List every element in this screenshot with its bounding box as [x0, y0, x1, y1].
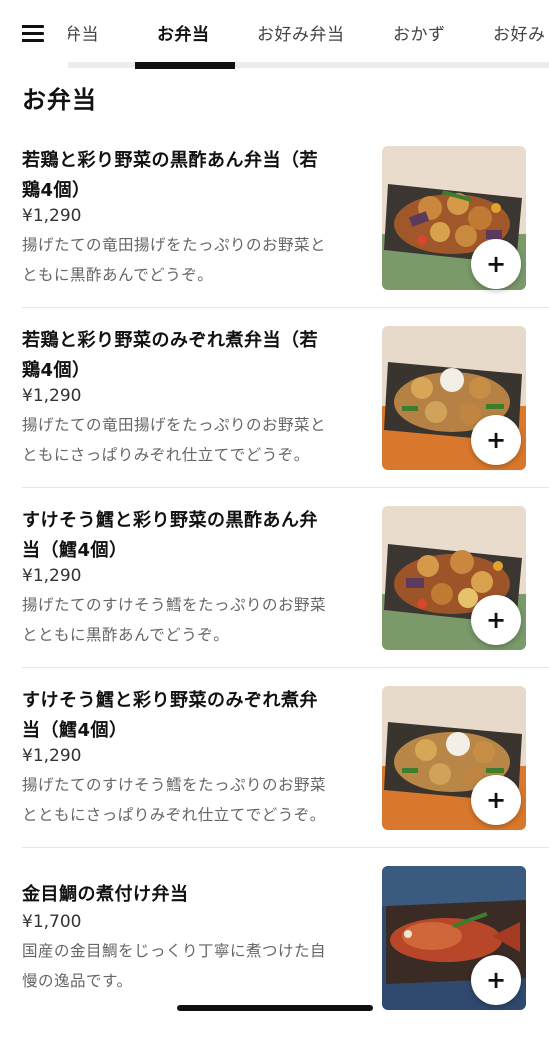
item-description: 揚げたての竜田揚げをたっぷりのお野菜と ともに黒酢あんでどうぞ。 [22, 236, 327, 284]
plus-icon: + [485, 250, 507, 278]
menu-item[interactable]: 金目鯛の煮付け弁当 ¥1,700 国産の金目鯛をじっくり丁寧に煮つけた自 慢の逸品… [0, 866, 549, 1058]
tab-bento-partial[interactable]: 弁当 [68, 20, 99, 45]
item-name: すけそう鱈と彩り野菜の黒酢あん弁 当（鱈4個） [22, 510, 318, 561]
item-divider [22, 847, 549, 848]
section-title: お弁当 [22, 86, 97, 114]
menu-item[interactable]: 若鶏と彩り野菜の黒酢あん弁当（若 鶏4個） ¥1,290 揚げたての竜田揚げをたっ… [0, 146, 549, 324]
tab-okonomi-partial[interactable]: お好み [493, 20, 546, 45]
item-description: 国産の金目鯛をじっくり丁寧に煮つけた自 慢の逸品です。 [22, 942, 327, 990]
add-to-cart-button[interactable]: + [471, 415, 521, 465]
plus-icon: + [485, 426, 507, 454]
add-to-cart-button[interactable]: + [471, 239, 521, 289]
item-price: ¥1,290 [22, 206, 82, 226]
plus-icon: + [485, 966, 507, 994]
add-to-cart-button[interactable]: + [471, 775, 521, 825]
menu-item[interactable]: すけそう鱈と彩り野菜のみぞれ煮弁 当（鱈4個） ¥1,290 揚げたてのすけそう鱈… [0, 686, 549, 864]
item-price: ¥1,290 [22, 386, 82, 406]
category-tab-bar: 弁当 お弁当 お好み弁当 おかず お好み [0, 0, 549, 70]
tab-strip: 弁当 お弁当 お好み弁当 おかず お好み [68, 0, 549, 70]
plus-icon: + [485, 786, 507, 814]
tab-okazu[interactable]: おかず [393, 20, 446, 45]
item-description: 揚げたてのすけそう鱈をたっぷりのお野菜 とともに黒酢あんでどうぞ。 [22, 596, 327, 644]
add-to-cart-button[interactable]: + [471, 955, 521, 1005]
home-indicator [177, 1005, 373, 1011]
item-divider [22, 487, 549, 488]
item-description: 揚げたてのすけそう鱈をたっぷりのお野菜 とともにさっぱりみぞれ仕立てでどうぞ。 [22, 776, 327, 824]
tab-okonomi-bento[interactable]: お好み弁当 [257, 20, 345, 45]
item-divider [22, 667, 549, 668]
item-price: ¥1,290 [22, 566, 82, 586]
menu-item[interactable]: すけそう鱈と彩り野菜の黒酢あん弁 当（鱈4個） ¥1,290 揚げたてのすけそう鱈… [0, 506, 549, 684]
item-name: 金目鯛の煮付け弁当 [22, 884, 189, 905]
add-to-cart-button[interactable]: + [471, 595, 521, 645]
item-name: すけそう鱈と彩り野菜のみぞれ煮弁 当（鱈4個） [22, 690, 318, 741]
item-name: 若鶏と彩り野菜の黒酢あん弁当（若 鶏4個） [22, 150, 318, 201]
list-menu-icon[interactable] [22, 25, 44, 43]
active-tab-indicator [135, 62, 235, 69]
item-description: 揚げたての竜田揚げをたっぷりのお野菜と ともにさっぱりみぞれ仕立てでどうぞ。 [22, 416, 327, 464]
item-price: ¥1,700 [22, 912, 82, 932]
item-name: 若鶏と彩り野菜のみぞれ煮弁当（若 鶏4個） [22, 330, 318, 381]
tab-obento[interactable]: お弁当 [157, 20, 210, 45]
plus-icon: + [485, 606, 507, 634]
menu-item[interactable]: 若鶏と彩り野菜のみぞれ煮弁当（若 鶏4個） ¥1,290 揚げたての竜田揚げをたっ… [0, 326, 549, 504]
item-divider [22, 307, 549, 308]
item-price: ¥1,290 [22, 746, 82, 766]
